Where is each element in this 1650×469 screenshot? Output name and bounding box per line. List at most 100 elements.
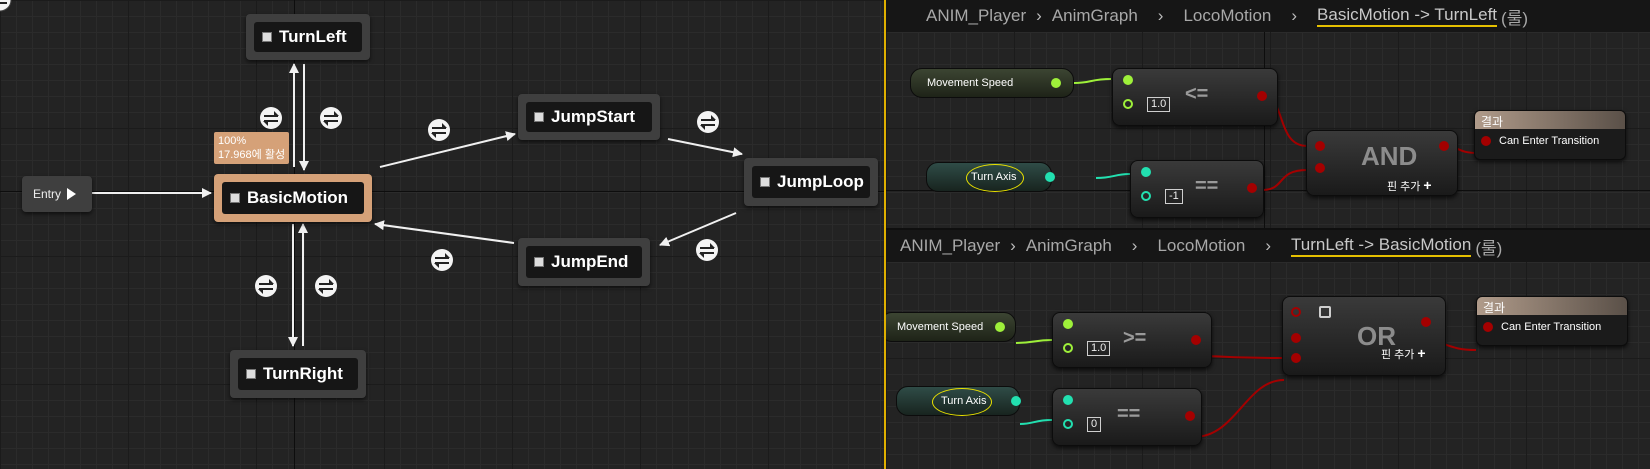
float-input-pin[interactable] (1063, 319, 1073, 329)
state-square-icon (534, 257, 544, 267)
wire-speed (1073, 78, 1112, 84)
float-output-pin[interactable] (995, 322, 1005, 332)
plus-icon: + (1417, 345, 1426, 361)
state-label: JumpLoop (777, 172, 864, 191)
logic-operator-label: AND (1361, 141, 1418, 171)
bool-input-pin[interactable] (1481, 136, 1491, 146)
state-label: JumpStart (551, 107, 636, 126)
transition-rule-icon[interactable] (695, 238, 719, 262)
movement-speed-node[interactable]: Movement Speed (910, 68, 1074, 98)
turn-axis-input-pin[interactable] (1141, 191, 1151, 201)
variable-label: Movement Speed (897, 321, 984, 333)
transition-rule-icon[interactable] (259, 106, 283, 130)
wire-turn-axis (1095, 173, 1131, 179)
state-machine-graph[interactable]: Entry TurnLeft BasicMotion 100% 17.968에 … (0, 0, 884, 469)
logic-and-node[interactable]: AND 핀 추가 + (1306, 130, 1458, 196)
literal-value[interactable]: 0 (1087, 417, 1102, 432)
compare-node-greater-equal[interactable]: 1.0 >= (1052, 312, 1212, 368)
literal-value[interactable]: -1 (1165, 189, 1183, 204)
compare-node-less-equal[interactable]: 1.0 <= (1112, 68, 1278, 126)
add-pin-label: 핀 추가 (1387, 181, 1421, 193)
add-pin-label: 핀 추가 (1381, 349, 1415, 361)
turn-axis-input-pin[interactable] (1141, 167, 1151, 177)
operator-label: <= (1185, 83, 1209, 105)
operator-label: == (1195, 175, 1219, 197)
float-input-pin[interactable] (1123, 75, 1133, 85)
movement-speed-node[interactable]: Movement Speed (886, 312, 1016, 342)
transition-rule-graph-bottom[interactable]: ANIM_Player › AnimGraph › LocoMotion › T… (886, 230, 1650, 469)
logic-or-node[interactable]: OR 핀 추가 + (1282, 296, 1446, 376)
operator-label: == (1117, 403, 1141, 425)
bool-output-pin[interactable] (1247, 183, 1257, 193)
result-node[interactable]: 결과 Can Enter Transition (1474, 110, 1626, 160)
checkbox-icon[interactable] (1319, 306, 1331, 318)
state-label: JumpEnd (551, 252, 629, 271)
turn-axis-output-pin[interactable] (1011, 396, 1021, 406)
jumpstart-to-jumploop-arrow (667, 138, 743, 158)
result-label: Can Enter Transition (1499, 135, 1600, 147)
state-square-icon (230, 193, 240, 203)
bool-input-pin[interactable] (1483, 322, 1493, 332)
float-input-pin[interactable] (1123, 99, 1133, 109)
transition-rule-icon[interactable] (254, 274, 278, 298)
bool-output-pin[interactable] (1185, 411, 1195, 421)
entry-node[interactable]: Entry (22, 176, 92, 212)
turn-axis-highlight (932, 388, 992, 416)
result-node[interactable]: 결과 Can Enter Transition (1476, 296, 1628, 346)
literal-value[interactable]: 1.0 (1147, 97, 1171, 112)
state-turnleft[interactable]: TurnLeft (246, 14, 370, 60)
wire-compare2 (1261, 169, 1308, 191)
transition-rule-icon[interactable] (696, 110, 720, 134)
wires (1015, 339, 1477, 438)
state-label: BasicMotion (247, 188, 349, 207)
state-basicmotion[interactable]: BasicMotion (214, 174, 372, 222)
entry-label: Entry (33, 187, 62, 201)
state-label: TurnRight (263, 364, 343, 383)
state-jumpstart[interactable]: JumpStart (518, 94, 660, 140)
float-output-pin[interactable] (1051, 78, 1061, 88)
wire-turn-axis (1019, 419, 1053, 425)
bool-input-pin[interactable] (1291, 353, 1301, 363)
state-square-icon (760, 177, 770, 187)
wire-compare2 (1193, 379, 1285, 438)
state-square-icon (262, 32, 272, 42)
state-square-icon (246, 369, 256, 379)
exec-input-pin[interactable] (1291, 307, 1301, 317)
transition-rule-icon[interactable] (319, 106, 343, 130)
state-label: TurnLeft (279, 27, 347, 46)
turn-axis-output-pin[interactable] (1045, 172, 1055, 182)
compare-node-equal[interactable]: -1 == (1130, 160, 1264, 218)
bool-input-pin[interactable] (1315, 163, 1325, 173)
turn-axis-input-pin[interactable] (1063, 419, 1073, 429)
transition-rule-graph-top[interactable]: ANIM_Player › AnimGraph › LocoMotion › B… (886, 0, 1650, 228)
active-percent: 100% (218, 135, 247, 147)
compare-node-equal[interactable]: 0 == (1052, 388, 1202, 446)
bool-output-pin[interactable] (1191, 335, 1201, 345)
turn-axis-input-pin[interactable] (1063, 395, 1073, 405)
active-state-tooltip: 100% 17.968에 활성 (214, 132, 290, 164)
transition-rule-icon[interactable] (427, 118, 451, 142)
state-jumploop[interactable]: JumpLoop (744, 158, 878, 206)
bool-input-pin[interactable] (1291, 333, 1301, 343)
entry-arrow-icon (67, 188, 77, 200)
operator-label: >= (1123, 327, 1147, 349)
result-label: Can Enter Transition (1501, 321, 1602, 333)
state-square-icon (534, 112, 544, 122)
add-pin-button[interactable]: 핀 추가 + (1381, 345, 1426, 362)
literal-value[interactable]: 1.0 (1087, 341, 1111, 356)
bool-output-pin[interactable] (1257, 91, 1267, 101)
transition-rule-icon[interactable] (314, 274, 338, 298)
transition-rule-icon[interactable] (430, 248, 454, 272)
add-pin-button[interactable]: 핀 추가 + (1387, 177, 1432, 194)
float-input-pin[interactable] (1063, 343, 1073, 353)
transition-arrows (92, 63, 743, 347)
turn-axis-highlight (966, 164, 1024, 192)
state-turnright[interactable]: TurnRight (230, 350, 366, 398)
bool-output-pin[interactable] (1439, 141, 1449, 151)
variable-label: Movement Speed (927, 77, 1014, 89)
plus-icon: + (1423, 177, 1432, 193)
bool-output-pin[interactable] (1421, 317, 1431, 327)
jumpend-to-basic-arrow (374, 220, 515, 244)
bool-input-pin[interactable] (1315, 141, 1325, 151)
state-jumpend[interactable]: JumpEnd (518, 238, 650, 286)
